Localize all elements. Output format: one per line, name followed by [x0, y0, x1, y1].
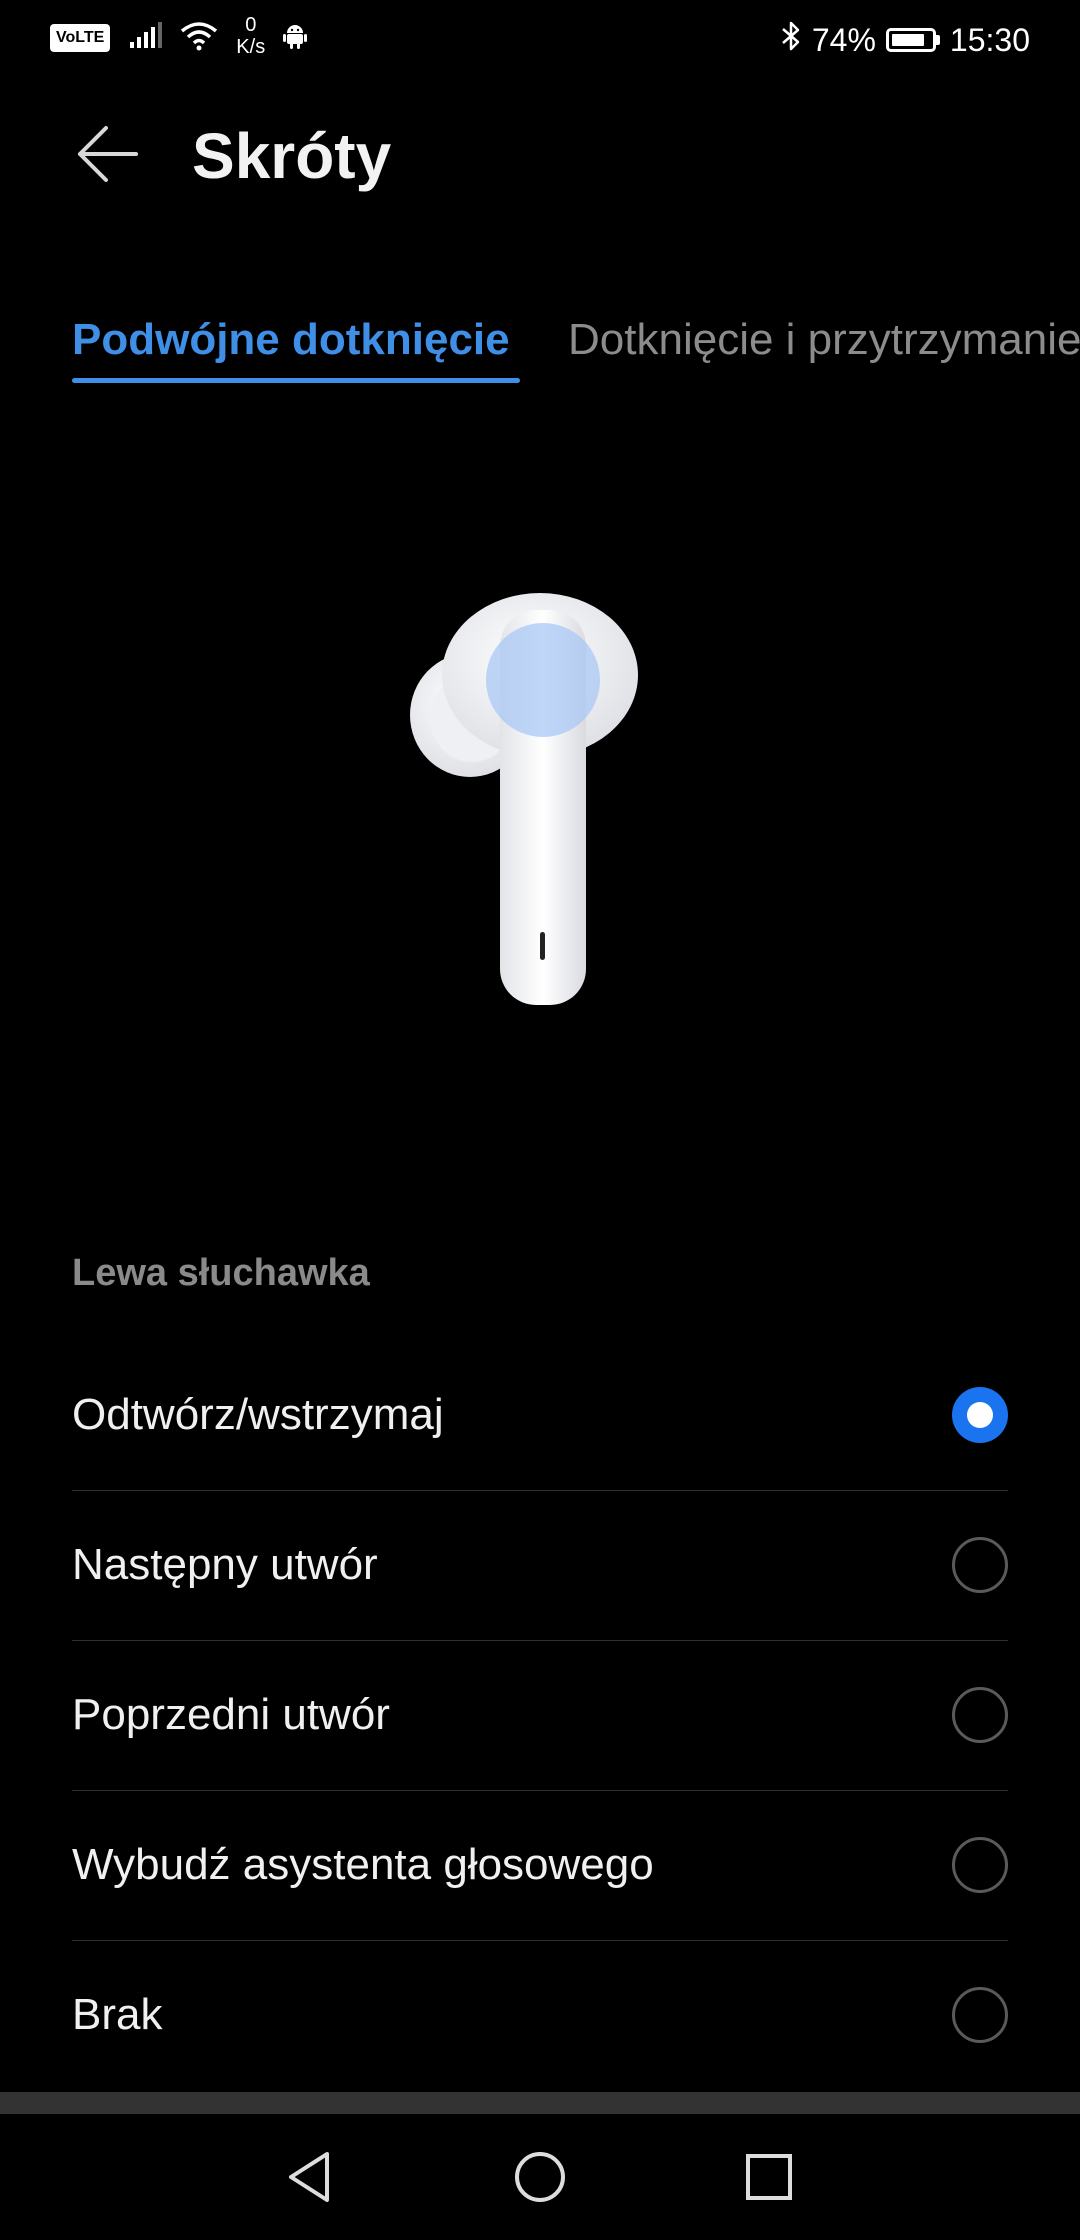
- option-label: Poprzedni utwór: [72, 1690, 390, 1739]
- radio-unselected[interactable]: [952, 1537, 1008, 1593]
- section-left-earbud: Lewa słuchawka: [72, 1252, 370, 1294]
- network-speed: 0 K/s: [236, 14, 265, 58]
- tab-bar: Podwójne dotknięcie Dotknięcie i przytrz…: [0, 290, 1080, 390]
- page-title: Skróty: [192, 120, 392, 192]
- nav-recent-button[interactable]: [734, 2144, 804, 2214]
- status-left: VoLTE 0 K/s: [50, 14, 308, 58]
- radio-unselected[interactable]: [952, 1687, 1008, 1743]
- nav-home-button[interactable]: [505, 2144, 575, 2214]
- active-tab-indicator: [72, 378, 520, 383]
- wifi-icon: [180, 21, 218, 56]
- square-recent-icon: [744, 2152, 794, 2207]
- volte-badge: VoLTE: [50, 24, 111, 52]
- back-button[interactable]: [70, 118, 146, 194]
- option-label: Brak: [72, 1990, 163, 2039]
- signal-icon: [128, 21, 163, 55]
- android-icon: [283, 23, 308, 54]
- circle-home-icon: [513, 2150, 567, 2209]
- radio-unselected[interactable]: [952, 1837, 1008, 1893]
- scroll-edge: [0, 2092, 1080, 2114]
- network-speed-unit: K/s: [236, 36, 266, 58]
- tab-touch-and-hold[interactable]: Dotknięcie i przytrzymanie: [568, 310, 1080, 370]
- shortcut-options: Odtwórz/wstrzymaj Następny utwór Poprzed…: [72, 1340, 1008, 2090]
- option-none[interactable]: Brak: [72, 1940, 1008, 2090]
- option-previous-track[interactable]: Poprzedni utwór: [72, 1640, 1008, 1790]
- touch-area-highlight: [486, 623, 600, 737]
- status-right: 74% 15:30: [780, 20, 1030, 60]
- battery-percent: 74%: [811, 21, 876, 58]
- battery-icon: [885, 28, 940, 52]
- arrow-left-icon: [76, 122, 140, 191]
- radio-unselected[interactable]: [952, 1987, 1008, 2043]
- status-bar: VoLTE 0 K/s 74% 15:30: [0, 0, 1080, 80]
- option-play-pause[interactable]: Odtwórz/wstrzymaj: [72, 1340, 1008, 1490]
- network-speed-value: 0: [245, 14, 257, 36]
- earbud-illustration: [400, 580, 650, 1010]
- clock: 15:30: [949, 21, 1030, 58]
- option-label: Następny utwór: [72, 1540, 378, 1589]
- nav-back-button[interactable]: [275, 2144, 345, 2214]
- tab-double-tap[interactable]: Podwójne dotknięcie: [72, 310, 510, 370]
- header: Skróty: [0, 100, 1080, 210]
- option-voice-assistant[interactable]: Wybudź asystenta głosowego: [72, 1790, 1008, 1940]
- option-next-track[interactable]: Następny utwór: [72, 1490, 1008, 1640]
- navigation-bar: [0, 2114, 1080, 2240]
- triangle-back-icon: [285, 2150, 335, 2209]
- bluetooth-icon: [780, 20, 802, 60]
- option-label: Wybudź asystenta głosowego: [72, 1840, 654, 1889]
- option-label: Odtwórz/wstrzymaj: [72, 1390, 444, 1439]
- radio-selected[interactable]: [952, 1387, 1008, 1443]
